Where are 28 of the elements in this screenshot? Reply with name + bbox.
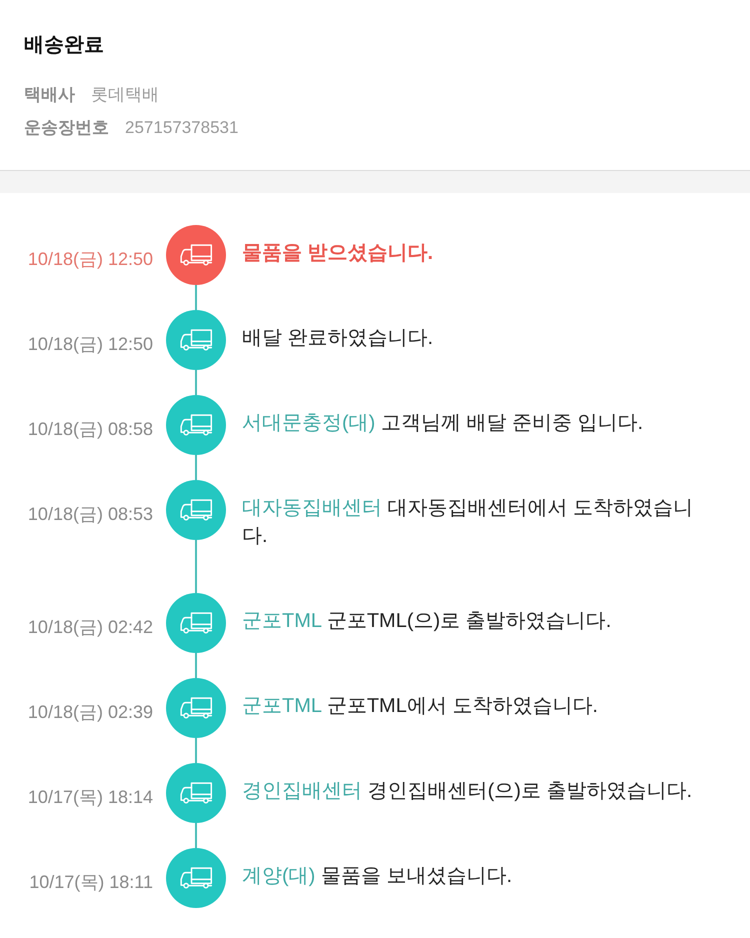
event-time: 10/18(금) 08:58 <box>28 418 153 441</box>
event-message: 군포TML 군포TML(으)로 출발하였습니다. <box>242 609 612 634</box>
event-message: 대자동집배센터 대자동집배센터에서 도착하였습니다. <box>242 496 694 549</box>
event-message: 군포TML 군포TML에서 도착하였습니다. <box>242 694 598 719</box>
timeline-line <box>195 455 197 480</box>
event-time: 10/18(금) 02:42 <box>28 616 153 639</box>
event-time: 10/18(금) 08:53 <box>28 503 153 526</box>
timeline-line <box>195 738 197 763</box>
event-time: 10/18(금) 12:50 <box>28 248 153 271</box>
event-time: 10/18(금) 02:39 <box>28 701 153 724</box>
timeline-line <box>195 540 197 593</box>
status-title: 배송완료 <box>24 33 104 58</box>
detail-value: 롯데택배 <box>91 84 159 106</box>
event-message: 배달 완료하였습니다. <box>242 326 434 351</box>
event-message: 계양(대) 물품을 보내셨습니다. <box>242 864 512 889</box>
event-message: 물품을 받으셨습니다. <box>242 241 434 266</box>
timeline-line <box>195 285 197 310</box>
timeline-line <box>195 823 197 848</box>
event-message: 서대문충정(대) 고객님께 배달 준비중 입니다. <box>242 411 644 436</box>
event-message: 경인집배센터 경인집배센터(으)로 출발하였습니다. <box>242 779 692 804</box>
detail-label: 택배사 <box>24 84 75 106</box>
detail-value: 257157378531 <box>125 117 238 139</box>
timeline-line <box>195 370 197 395</box>
event-time: 10/17(목) 18:14 <box>28 786 153 809</box>
event-time: 10/18(금) 12:50 <box>28 333 153 356</box>
timeline-line <box>195 653 197 678</box>
detail-label: 운송장번호 <box>24 117 109 139</box>
event-time: 10/17(목) 18:11 <box>29 871 153 894</box>
